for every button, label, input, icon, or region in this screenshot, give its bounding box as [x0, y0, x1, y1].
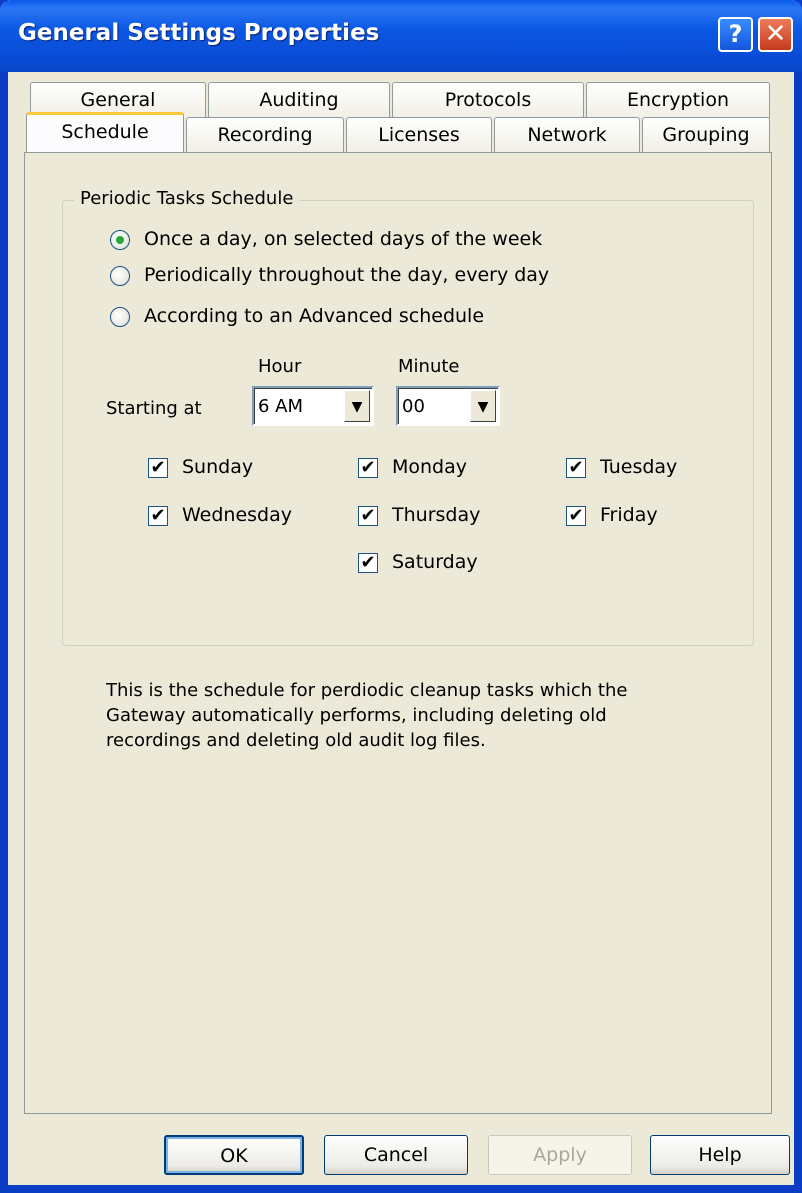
hour-select[interactable]: 6 AM ▼ [252, 386, 374, 426]
help-icon[interactable]: ? [718, 17, 753, 52]
radio-label: Once a day, on selected days of the week [144, 228, 543, 250]
close-icon[interactable]: ✕ [758, 17, 793, 52]
tab-protocols[interactable]: Protocols [392, 82, 584, 118]
apply-button[interactable]: Apply [488, 1135, 632, 1175]
tab-network[interactable]: Network [494, 117, 640, 153]
minute-select[interactable]: 00 ▼ [396, 386, 500, 426]
checkbox-icon[interactable]: ✔ [148, 506, 168, 526]
checkbox-label: Sunday [182, 456, 254, 478]
checkbox-icon[interactable]: ✔ [148, 458, 168, 478]
minute-label: Minute [398, 356, 460, 377]
tab-recording[interactable]: Recording [186, 117, 344, 153]
radio-button-icon[interactable] [110, 307, 130, 327]
title-bar[interactable]: General Settings Properties ? ✕ [0, 0, 802, 72]
checkbox-label: Tuesday [600, 456, 678, 478]
minute-value: 00 [402, 396, 425, 417]
checkbox-label: Monday [392, 456, 468, 478]
checkbox-icon[interactable]: ✔ [358, 458, 378, 478]
checkbox-label: Thursday [392, 504, 481, 526]
hour-value: 6 AM [258, 396, 304, 417]
chevron-down-icon[interactable]: ▼ [470, 390, 496, 422]
radio-label: Periodically throughout the day, every d… [144, 264, 550, 286]
schedule-description: This is the schedule for perdiodic clean… [106, 680, 628, 751]
tab-licenses[interactable]: Licenses [346, 117, 492, 153]
checkbox-icon[interactable]: ✔ [566, 458, 586, 478]
tab-schedule[interactable]: Schedule [26, 112, 184, 152]
tab-encryption[interactable]: Encryption [586, 82, 770, 118]
starting-at-label: Starting at [106, 398, 202, 419]
help-button[interactable]: Help [650, 1135, 790, 1175]
checkbox-label: Wednesday [182, 504, 293, 526]
window-title: General Settings Properties [18, 20, 380, 46]
checkbox-icon[interactable]: ✔ [566, 506, 586, 526]
radio-button-icon[interactable] [110, 266, 130, 286]
tab-grouping[interactable]: Grouping [642, 117, 770, 153]
group-legend: Periodic Tasks Schedule [74, 188, 300, 209]
tab-auditing[interactable]: Auditing [208, 82, 390, 118]
checkbox-icon[interactable]: ✔ [358, 553, 378, 573]
checkbox-icon[interactable]: ✔ [358, 506, 378, 526]
checkbox-label: Friday [600, 504, 658, 526]
radio-label: According to an Advanced schedule [144, 305, 485, 327]
chevron-down-icon[interactable]: ▼ [344, 390, 370, 422]
radio-button-icon[interactable] [110, 230, 130, 250]
hour-label: Hour [258, 356, 302, 377]
ok-button[interactable]: OK [164, 1135, 304, 1175]
cancel-button[interactable]: Cancel [324, 1135, 468, 1175]
checkbox-label: Saturday [392, 551, 478, 573]
